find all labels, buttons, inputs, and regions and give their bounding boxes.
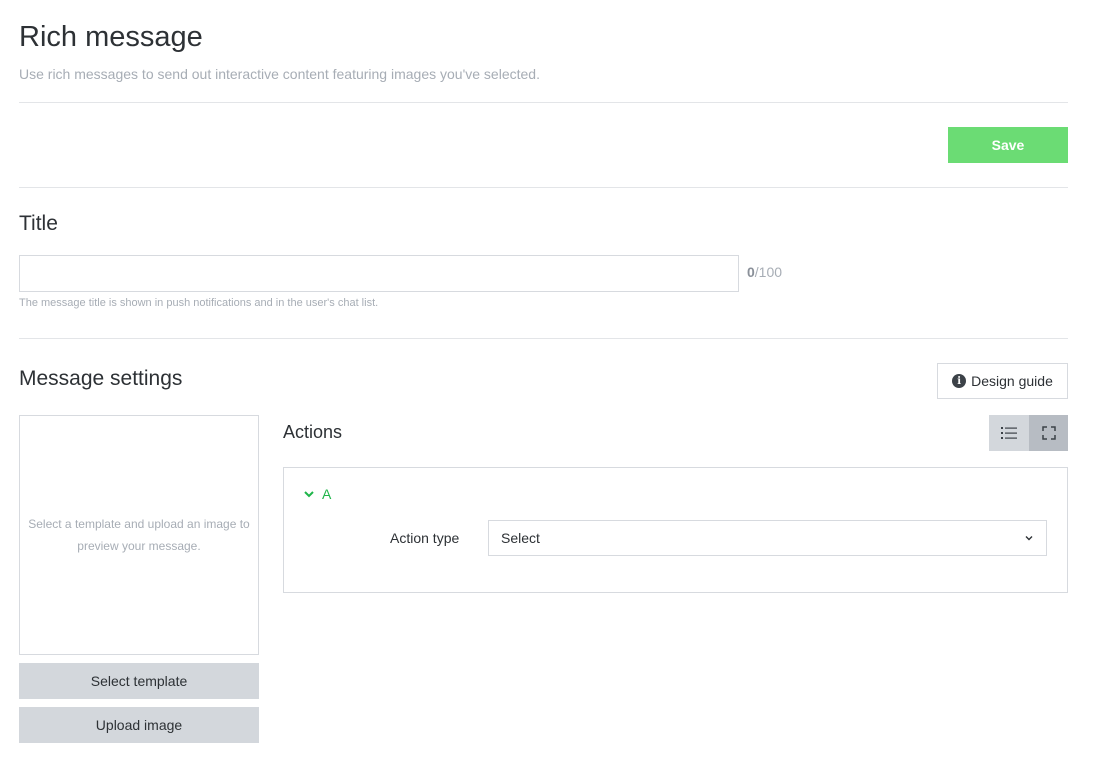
- save-button[interactable]: Save: [948, 127, 1068, 163]
- design-guide-label: Design guide: [971, 373, 1053, 389]
- select-template-button[interactable]: Select template: [19, 663, 259, 699]
- chevron-down-icon: [304, 491, 314, 498]
- char-count-current: 0: [747, 264, 755, 280]
- action-a-label: A: [322, 486, 332, 502]
- actions-panel: A Action type Select: [283, 467, 1068, 593]
- divider: [19, 187, 1068, 188]
- title-helper-text: The message title is shown in push notif…: [19, 297, 379, 309]
- info-icon: i: [952, 374, 967, 388]
- action-type-select[interactable]: Select: [488, 520, 1047, 556]
- list-view-button[interactable]: [989, 415, 1029, 451]
- title-section-heading: Title: [19, 212, 58, 235]
- preview-placeholder-text: Select a template and upload an image to…: [28, 517, 250, 553]
- title-char-counter: 0/100: [747, 264, 782, 280]
- message-settings-heading: Message settings: [19, 367, 183, 390]
- actions-heading: Actions: [283, 422, 343, 442]
- action-type-label: Action type: [390, 530, 460, 546]
- action-type-value: Select: [501, 530, 540, 546]
- char-count-max: /100: [754, 264, 783, 280]
- view-toggle: [989, 415, 1068, 451]
- page-title: Rich message: [19, 21, 203, 53]
- action-a-toggle[interactable]: A: [304, 486, 331, 502]
- divider: [19, 338, 1068, 339]
- title-input[interactable]: [19, 255, 739, 292]
- upload-image-button[interactable]: Upload image: [19, 707, 259, 743]
- chevron-down-icon: [1025, 536, 1033, 541]
- divider: [19, 102, 1068, 103]
- list-icon: [1001, 427, 1017, 439]
- fullscreen-view-button[interactable]: [1029, 415, 1068, 451]
- fullscreen-icon: [1041, 426, 1056, 440]
- message-preview: Select a template and upload an image to…: [19, 415, 259, 655]
- page-subtitle: Use rich messages to send out interactiv…: [19, 66, 540, 82]
- design-guide-button[interactable]: i Design guide: [937, 363, 1068, 399]
